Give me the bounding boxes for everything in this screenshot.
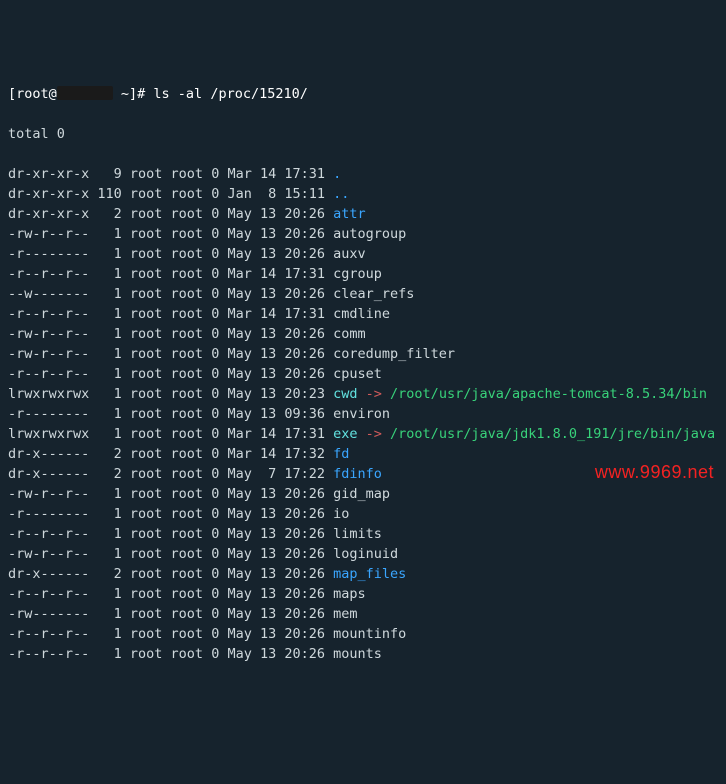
file-name: cwd <box>333 386 357 402</box>
listing-row: -rw-r--r-- 1 root root 0 May 13 20:26 lo… <box>8 544 718 564</box>
file-name: fdinfo <box>333 466 382 482</box>
redacted-hostname <box>57 86 113 100</box>
row-meta: -rw-r--r-- 1 root root 0 May 13 20:26 <box>8 226 333 242</box>
listing-row: -rw------- 1 root root 0 May 13 20:26 me… <box>8 604 718 624</box>
row-meta: dr-x------ 2 root root 0 May 7 17:22 <box>8 466 333 482</box>
prompt-line: [root@ ~]# ls -al /proc/15210/ <box>8 84 718 104</box>
symlink-arrow: -> <box>366 386 382 402</box>
listing-row: -rw-r--r-- 1 root root 0 May 13 20:26 co… <box>8 344 718 364</box>
file-name: auxv <box>333 246 366 262</box>
row-meta: -r--r--r-- 1 root root 0 May 13 20:26 <box>8 366 333 382</box>
row-meta: -r-------- 1 root root 0 May 13 09:36 <box>8 406 333 422</box>
row-meta: -rw------- 1 root root 0 May 13 20:26 <box>8 606 333 622</box>
row-meta: -r--r--r-- 1 root root 0 May 13 20:26 <box>8 526 333 542</box>
row-meta: dr-xr-xr-x 9 root root 0 Mar 14 17:31 <box>8 166 333 182</box>
row-meta: -r--r--r-- 1 root root 0 May 13 20:26 <box>8 646 333 662</box>
row-meta: -r--r--r-- 1 root root 0 May 13 20:26 <box>8 586 333 602</box>
file-name: cmdline <box>333 306 390 322</box>
listing-row: dr-x------ 2 root root 0 Mar 14 17:32 fd <box>8 444 718 464</box>
row-meta: dr-x------ 2 root root 0 Mar 14 17:32 <box>8 446 333 462</box>
listing-row: -rw-r--r-- 1 root root 0 May 13 20:26 au… <box>8 224 718 244</box>
row-meta: dr-x------ 2 root root 0 May 13 20:26 <box>8 566 333 582</box>
command-text: ls -al /proc/15210/ <box>153 86 307 102</box>
row-meta: --w------- 1 root root 0 May 13 20:26 <box>8 286 333 302</box>
file-name: maps <box>333 586 366 602</box>
listing-row: dr-xr-xr-x 9 root root 0 Mar 14 17:31 . <box>8 164 718 184</box>
symlink-arrow: -> <box>366 426 382 442</box>
row-meta: -r--r--r-- 1 root root 0 May 13 20:26 <box>8 626 333 642</box>
listing-row: lrwxrwxrwx 1 root root 0 May 13 20:23 cw… <box>8 384 718 404</box>
row-meta: -rw-r--r-- 1 root root 0 May 13 20:26 <box>8 546 333 562</box>
row-meta: -r-------- 1 root root 0 May 13 20:26 <box>8 506 333 522</box>
file-name: mountinfo <box>333 626 406 642</box>
symlink-target: /root/usr/java/apache-tomcat-8.5.34/bin <box>390 386 707 402</box>
listing-row: dr-xr-xr-x 2 root root 0 May 13 20:26 at… <box>8 204 718 224</box>
listing-row: -r--r--r-- 1 root root 0 May 13 20:26 mo… <box>8 644 718 664</box>
file-name: cgroup <box>333 266 382 282</box>
file-name: comm <box>333 326 366 342</box>
listing-row: -r-------- 1 root root 0 May 13 20:26 au… <box>8 244 718 264</box>
listing-row: -r-------- 1 root root 0 May 13 09:36 en… <box>8 404 718 424</box>
prompt-prefix: [root@ <box>8 86 57 102</box>
prompt-suffix: ~]# <box>113 86 154 102</box>
row-meta: -rw-r--r-- 1 root root 0 May 13 20:26 <box>8 346 333 362</box>
listing-row: -r--r--r-- 1 root root 0 May 13 20:26 mo… <box>8 624 718 644</box>
listing-row: -r--r--r-- 1 root root 0 Mar 14 17:31 cm… <box>8 304 718 324</box>
row-meta: lrwxrwxrwx 1 root root 0 May 13 20:23 <box>8 386 333 402</box>
row-meta: dr-xr-xr-x 110 root root 0 Jan 8 15:11 <box>8 186 333 202</box>
row-meta: lrwxrwxrwx 1 root root 0 Mar 14 17:31 <box>8 426 333 442</box>
file-name: .. <box>333 186 349 202</box>
listing-row: lrwxrwxrwx 1 root root 0 Mar 14 17:31 ex… <box>8 424 718 444</box>
file-name: . <box>333 166 341 182</box>
listing-row: -rw-r--r-- 1 root root 0 May 13 20:26 gi… <box>8 484 718 504</box>
row-meta: -r-------- 1 root root 0 May 13 20:26 <box>8 246 333 262</box>
file-name: environ <box>333 406 390 422</box>
listing-row: -r-------- 1 root root 0 May 13 20:26 io <box>8 504 718 524</box>
file-name: autogroup <box>333 226 406 242</box>
listing-row: -r--r--r-- 1 root root 0 Mar 14 17:31 cg… <box>8 264 718 284</box>
listing-row: dr-x------ 2 root root 0 May 7 17:22 fdi… <box>8 464 718 484</box>
listing-row: dr-xr-xr-x 110 root root 0 Jan 8 15:11 .… <box>8 184 718 204</box>
file-name: mem <box>333 606 357 622</box>
listing-row: dr-x------ 2 root root 0 May 13 20:26 ma… <box>8 564 718 584</box>
file-name: loginuid <box>333 546 398 562</box>
row-meta: dr-xr-xr-x 2 root root 0 May 13 20:26 <box>8 206 333 222</box>
file-name: coredump_filter <box>333 346 455 362</box>
file-name: attr <box>333 206 366 222</box>
file-name: io <box>333 506 349 522</box>
listing-row: -rw-r--r-- 1 root root 0 May 13 20:26 co… <box>8 324 718 344</box>
file-listing: dr-xr-xr-x 9 root root 0 Mar 14 17:31 .d… <box>8 164 718 664</box>
file-name: mounts <box>333 646 382 662</box>
row-meta: -r--r--r-- 1 root root 0 Mar 14 17:31 <box>8 306 333 322</box>
file-name: cpuset <box>333 366 382 382</box>
row-meta: -rw-r--r-- 1 root root 0 May 13 20:26 <box>8 326 333 342</box>
file-name: limits <box>333 526 382 542</box>
row-meta: -r--r--r-- 1 root root 0 Mar 14 17:31 <box>8 266 333 282</box>
total-line: total 0 <box>8 124 718 144</box>
listing-row: -r--r--r-- 1 root root 0 May 13 20:26 ma… <box>8 584 718 604</box>
listing-row: -r--r--r-- 1 root root 0 May 13 20:26 li… <box>8 524 718 544</box>
file-name: exe <box>333 426 357 442</box>
symlink-target: /root/usr/java/jdk1.8.0_191/jre/bin/java <box>390 426 715 442</box>
file-name: fd <box>333 446 349 462</box>
listing-row: -r--r--r-- 1 root root 0 May 13 20:26 cp… <box>8 364 718 384</box>
file-name: clear_refs <box>333 286 414 302</box>
file-name: map_files <box>333 566 406 582</box>
listing-row: --w------- 1 root root 0 May 13 20:26 cl… <box>8 284 718 304</box>
